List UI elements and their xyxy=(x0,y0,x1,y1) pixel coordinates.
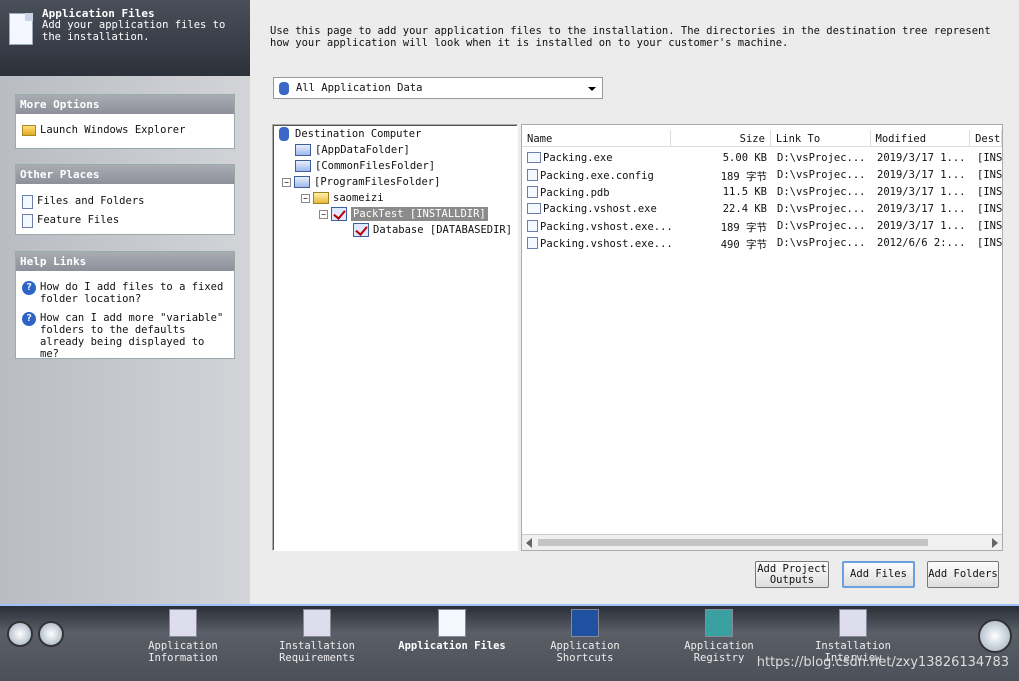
main-content: Use this page to add your application fi… xyxy=(250,0,1019,604)
tree-node-programfilesfolder[interactable]: − [ProgramFilesFolder] xyxy=(282,175,440,189)
file-list[interactable]: Name Size Link To Modified Dest Packing.… xyxy=(521,124,1003,551)
info-icon xyxy=(169,609,197,637)
file-icon xyxy=(527,237,538,249)
document-icon xyxy=(438,609,466,637)
tree-node-destination-computer[interactable]: Destination Computer xyxy=(279,127,421,141)
document-icon xyxy=(9,13,33,45)
requirements-icon xyxy=(303,609,331,637)
file-icon xyxy=(527,169,538,181)
home-icon[interactable] xyxy=(7,621,33,647)
watermark: https://blog.csdn.net/zxy13826134783 xyxy=(756,655,1009,670)
collapse-icon[interactable]: − xyxy=(282,177,291,187)
folder-icon xyxy=(294,176,310,188)
more-options-panel: More Options Launch Windows Explorer xyxy=(15,94,235,149)
page-subtitle: Add your application files to the instal… xyxy=(42,19,226,43)
tree-node-appdatafolder[interactable]: [AppDataFolder] xyxy=(295,143,410,157)
column-header-dest[interactable]: Dest xyxy=(970,130,1002,147)
back-arrow-icon[interactable] xyxy=(38,621,64,647)
file-icon xyxy=(527,186,538,198)
more-options-title: More Options xyxy=(16,95,234,114)
help-icon: ? xyxy=(22,281,36,295)
scroll-left-icon[interactable] xyxy=(526,538,532,548)
file-icon xyxy=(527,220,538,232)
nav-application-shortcuts[interactable]: Application Shortcuts xyxy=(530,609,640,664)
checked-folder-icon xyxy=(331,207,347,221)
tree-node-database[interactable]: Database [DATABASEDIR] xyxy=(353,223,512,237)
help-links-title: Help Links xyxy=(16,252,234,271)
files-and-folders-link[interactable]: Files and Folders xyxy=(16,194,234,210)
page-description: Use this page to add your application fi… xyxy=(270,25,991,49)
destination-tree[interactable]: Destination Computer [AppDataFolder] [Co… xyxy=(272,124,518,551)
collapse-icon[interactable]: − xyxy=(301,193,310,203)
column-header-modified[interactable]: Modified xyxy=(871,130,971,147)
interview-icon xyxy=(839,609,867,637)
exe-icon xyxy=(527,203,541,214)
other-places-title: Other Places xyxy=(16,165,234,184)
tree-node-commonfilesfolder[interactable]: [CommonFilesFolder] xyxy=(295,159,435,173)
launch-explorer-link[interactable]: Launch Windows Explorer xyxy=(16,123,234,137)
tree-node-packtest[interactable]: − PackTest [INSTALLDIR] xyxy=(319,207,488,221)
database-icon xyxy=(279,82,289,95)
table-row[interactable]: Packing.vshost.exe... 490 字节 D:\vsProjec..… xyxy=(522,235,1004,252)
collapse-icon[interactable]: − xyxy=(319,209,328,219)
help-icon: ? xyxy=(22,312,36,326)
page-header: Application Files Add your application f… xyxy=(0,0,250,76)
table-row[interactable]: Packing.exe.config 189 字节 D:\vsProjec... 20… xyxy=(522,167,1004,184)
help-link-variable-folders[interactable]: ? How can I add more "variable" folders t… xyxy=(16,311,234,361)
computer-icon xyxy=(279,127,289,141)
feature-files-link[interactable]: Feature Files xyxy=(16,213,234,229)
table-row[interactable]: Packing.vshost.exe 22.4 KB D:\vsProjec... 2… xyxy=(522,201,1004,218)
table-row[interactable]: Packing.exe 5.00 KB D:\vsProjec... 2019/3/1… xyxy=(522,150,1004,167)
scroll-right-icon[interactable] xyxy=(992,538,998,548)
registry-icon xyxy=(705,609,733,637)
nav-application-files[interactable]: Application Files xyxy=(397,609,507,652)
folder-icon xyxy=(295,144,311,156)
shortcut-icon xyxy=(571,609,599,637)
column-header-size[interactable]: Size xyxy=(671,130,771,147)
view-filter-value: All Application Data xyxy=(296,82,423,94)
column-header-name[interactable]: Name xyxy=(522,130,672,147)
nav-application-information[interactable]: Application Information xyxy=(128,609,238,664)
help-links-panel: Help Links ? How do I add files to a fixe… xyxy=(15,251,235,361)
next-arrow-icon[interactable] xyxy=(978,619,1012,653)
help-link-fixed-folder[interactable]: ? How do I add files to a fixed folder lo… xyxy=(16,280,234,306)
document-icon xyxy=(22,195,33,209)
table-row[interactable]: Packing.vshost.exe... 189 字节 D:\vsProjec..… xyxy=(522,218,1004,235)
navigation-footer: Application Information Installation Req… xyxy=(0,604,1019,681)
feature-icon xyxy=(22,214,33,228)
folder-open-icon xyxy=(22,125,36,136)
column-header-link-to[interactable]: Link To xyxy=(771,130,871,147)
checked-folder-icon xyxy=(353,223,369,237)
add-project-outputs-button[interactable]: Add Project Outputs xyxy=(755,561,829,588)
view-filter-dropdown[interactable]: All Application Data xyxy=(273,77,603,99)
table-row[interactable]: Packing.pdb 11.5 KB D:\vsProjec... 2019/3/1… xyxy=(522,184,1004,201)
scroll-thumb[interactable] xyxy=(538,539,928,546)
nav-installation-requirements[interactable]: Installation Requirements xyxy=(262,609,372,664)
left-sidebar: More Options Launch Windows Explorer Oth… xyxy=(0,76,250,604)
add-folders-button[interactable]: Add Folders xyxy=(927,561,999,588)
folder-icon xyxy=(295,160,311,172)
horizontal-scrollbar[interactable] xyxy=(522,534,1002,550)
file-list-header: Name Size Link To Modified Dest xyxy=(522,130,1002,147)
exe-icon xyxy=(527,152,541,163)
chevron-down-icon[interactable] xyxy=(588,87,596,91)
other-places-panel: Other Places Files and Folders Feature F… xyxy=(15,164,235,235)
add-files-button[interactable]: Add Files xyxy=(842,561,915,588)
folder-icon xyxy=(313,192,329,204)
tree-node-saomeizi[interactable]: − saomeizi xyxy=(301,191,384,205)
